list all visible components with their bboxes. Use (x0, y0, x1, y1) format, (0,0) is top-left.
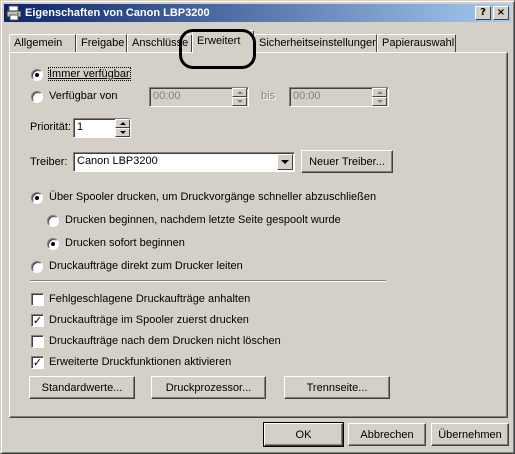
cancel-button[interactable]: Abbrechen (348, 423, 426, 446)
spooled-first-label[interactable]: Druckaufträge im Spooler zuerst drucken (49, 314, 249, 326)
to-label: bis (261, 90, 276, 102)
to-time-spinner[interactable] (372, 88, 387, 106)
close-button[interactable]: × (493, 6, 509, 20)
available-from-label[interactable]: Verfügbar von (49, 90, 118, 102)
spin-up-icon[interactable] (115, 119, 130, 128)
priority-label: Priorität: (30, 121, 71, 133)
apply-button[interactable]: Übernehmen (431, 423, 509, 446)
spin-up-icon[interactable] (372, 88, 387, 97)
tab-allgemein[interactable]: Allgemein (9, 34, 76, 52)
window-title: Eigenschaften von Canon LBP3200 (25, 7, 210, 19)
use-spooler-radio[interactable] (31, 192, 43, 204)
print-direct-label[interactable]: Druckaufträge direkt zum Drucker leiten (49, 260, 243, 272)
print-processor-button[interactable]: Druckprozessor... (151, 376, 266, 399)
title-bar[interactable]: Eigenschaften von Canon LBP3200 ? × (4, 4, 511, 22)
tab-sicherheitseinstellungen[interactable]: Sicherheitseinstellungen (254, 34, 377, 52)
start-after-last-radio[interactable] (47, 215, 59, 227)
spin-down-icon[interactable] (115, 128, 130, 137)
keep-printed-label[interactable]: Druckaufträge nach dem Drucken nicht lös… (49, 335, 281, 347)
start-immediately-label[interactable]: Drucken sofort beginnen (65, 237, 185, 249)
hold-mismatched-checkbox[interactable] (31, 293, 44, 306)
tab-anschluesse[interactable]: Anschlüsse (127, 34, 192, 52)
tab-papierauswahl[interactable]: Papierauswahl (377, 34, 456, 52)
advanced-features-checkbox[interactable]: ✓ (31, 356, 44, 369)
spin-up-icon[interactable] (232, 88, 247, 97)
tab-freigabe[interactable]: Freigabe (76, 34, 127, 52)
hold-mismatched-label[interactable]: Fehlgeschlagene Druckaufträge anhalten (49, 293, 250, 305)
new-driver-button[interactable]: Neuer Treiber... (301, 150, 393, 173)
advanced-panel: Immer verfügbar Verfügbar von 00:00 bis … (9, 52, 508, 418)
from-time-spinner[interactable] (232, 88, 247, 106)
separator (30, 280, 386, 282)
tab-erweitert[interactable]: Erweitert (192, 30, 254, 53)
driver-label: Treiber: (30, 156, 68, 168)
separator-page-button[interactable]: Trennseite... (284, 376, 390, 399)
always-available-label[interactable]: Immer verfügbar (48, 67, 131, 81)
always-available-radio[interactable] (31, 69, 43, 81)
keep-printed-checkbox[interactable] (31, 335, 44, 348)
start-immediately-radio[interactable] (47, 238, 59, 250)
tab-strip: Allgemein Freigabe Anschlüsse Erweitert … (9, 30, 509, 53)
print-direct-radio[interactable] (31, 261, 43, 273)
driver-select[interactable]: Canon LBP3200 (73, 152, 295, 172)
priority-spinner[interactable] (115, 119, 130, 137)
properties-dialog: Eigenschaften von Canon LBP3200 ? × Allg… (0, 0, 515, 454)
available-from-radio[interactable] (31, 91, 43, 103)
start-after-last-label[interactable]: Drucken beginnen, nachdem letzte Seite g… (65, 214, 341, 226)
ok-button[interactable]: OK (263, 422, 344, 447)
help-button[interactable]: ? (475, 6, 491, 20)
use-spooler-label[interactable]: Über Spooler drucken, um Druckvorgänge s… (49, 191, 376, 203)
chevron-down-icon[interactable] (277, 154, 293, 170)
printer-icon (6, 5, 22, 21)
defaults-button[interactable]: Standardwerte... (29, 376, 135, 399)
spin-down-icon[interactable] (232, 97, 247, 106)
advanced-features-label[interactable]: Erweiterte Druckfunktionen aktivieren (49, 356, 231, 368)
spooled-first-checkbox[interactable]: ✓ (31, 314, 44, 327)
spin-down-icon[interactable] (372, 97, 387, 106)
